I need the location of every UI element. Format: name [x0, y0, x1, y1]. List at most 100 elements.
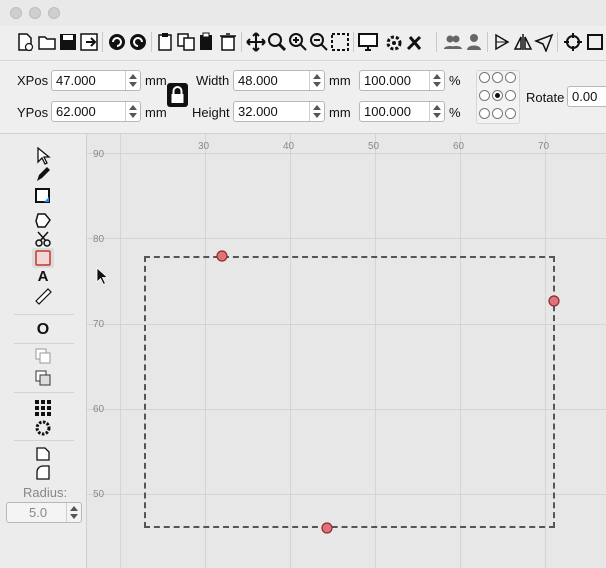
- text-tool-glyph: A: [37, 267, 49, 285]
- anchor-top-right[interactable]: [505, 72, 516, 83]
- ypos-stepper[interactable]: [125, 102, 140, 121]
- save-icon[interactable]: [57, 31, 79, 53]
- ypos-label: YPos: [17, 105, 49, 120]
- scale-y-stepper[interactable]: [429, 102, 444, 121]
- align-icon[interactable]: [491, 31, 513, 53]
- anchor-bottom-right[interactable]: [505, 108, 516, 119]
- measure-icon[interactable]: [32, 286, 54, 306]
- height-stepper[interactable]: [309, 102, 324, 121]
- paste-icon[interactable]: [196, 31, 218, 53]
- scale-y-unit: %: [449, 105, 461, 120]
- text-icon[interactable]: A: [32, 266, 54, 286]
- corner-chamfer-icon[interactable]: [32, 443, 54, 463]
- move-icon[interactable]: [245, 31, 267, 53]
- node-handle-bottom[interactable]: [321, 522, 333, 534]
- zoom-fit-icon[interactable]: [266, 31, 288, 53]
- ypos-unit: mm: [145, 105, 167, 120]
- boolean-icon[interactable]: [32, 368, 54, 388]
- anchor-selector: [476, 70, 520, 124]
- anchor-top-center[interactable]: [492, 72, 503, 83]
- height-unit: mm: [329, 105, 351, 120]
- edit-nodes-icon[interactable]: [32, 186, 54, 206]
- tools-icon[interactable]: [404, 31, 426, 53]
- offset-icon[interactable]: O: [32, 320, 54, 340]
- minimize-window-button[interactable]: [29, 7, 41, 19]
- ypos-value: 62.000: [56, 104, 96, 119]
- copy-icon[interactable]: [175, 31, 197, 53]
- mirror-icon[interactable]: [512, 31, 534, 53]
- height-field[interactable]: 32.000: [233, 101, 325, 122]
- ypos-field[interactable]: 62.000: [51, 101, 141, 122]
- node-handles: [96, 250, 560, 534]
- xpos-stepper[interactable]: [125, 71, 140, 90]
- anchor-center[interactable]: [492, 90, 503, 101]
- zoom-window-button[interactable]: [48, 7, 60, 19]
- width-field[interactable]: 48.000: [233, 70, 325, 91]
- scale-y-value: 100.000: [364, 104, 411, 119]
- xpos-field[interactable]: 47.000: [51, 70, 141, 91]
- undo-icon[interactable]: [106, 31, 128, 53]
- rotate-label: Rotate: [526, 90, 565, 105]
- corner-round-icon[interactable]: [32, 462, 54, 482]
- radius-stepper[interactable]: [66, 503, 81, 522]
- group-icon[interactable]: [442, 31, 464, 53]
- title-bar: [0, 0, 606, 26]
- select-arrow-icon[interactable]: [32, 146, 54, 166]
- array-grid-icon[interactable]: [32, 398, 54, 418]
- anchor-middle-right[interactable]: [505, 90, 516, 101]
- save-as-icon[interactable]: [78, 31, 100, 53]
- xpos-value: 47.000: [56, 73, 96, 88]
- scale-x-value: 100.000: [364, 73, 411, 88]
- zoom-in-icon[interactable]: [287, 31, 309, 53]
- radius-label: Radius:: [23, 485, 68, 500]
- lock-icon: [171, 86, 184, 103]
- zoom-out-icon[interactable]: [308, 31, 330, 53]
- draw-pencil-icon[interactable]: [32, 165, 54, 185]
- radius-value: 5.0: [29, 505, 48, 520]
- monitor-icon[interactable]: [357, 31, 379, 53]
- width-label: Width: [196, 73, 230, 88]
- send-icon[interactable]: [533, 31, 555, 53]
- circular-array-icon[interactable]: [32, 418, 54, 438]
- scale-y-field[interactable]: 100.000: [359, 101, 445, 122]
- anchor-top-left[interactable]: [479, 72, 490, 83]
- anchor-bottom-left[interactable]: [479, 108, 490, 119]
- scale-x-unit: %: [449, 73, 461, 88]
- rectangle-icon[interactable]: [32, 248, 54, 268]
- select-frame-icon[interactable]: [329, 31, 351, 53]
- target-icon[interactable]: [562, 31, 584, 53]
- weld-icon[interactable]: [32, 346, 54, 366]
- scissors-icon[interactable]: [32, 229, 54, 249]
- design-canvas[interactable]: 30 40 50 60 70 90 80 70 60 50: [87, 134, 606, 568]
- xpos-unit: mm: [145, 73, 167, 88]
- frame-icon[interactable]: [584, 31, 606, 53]
- node-handle-top[interactable]: [216, 250, 228, 262]
- redo-icon[interactable]: [127, 31, 149, 53]
- polygon-icon[interactable]: [32, 210, 54, 230]
- scale-x-field[interactable]: 100.000: [359, 70, 445, 91]
- lock-ratio-button[interactable]: [167, 83, 188, 107]
- delete-icon[interactable]: [217, 31, 239, 53]
- xpos-label: XPos: [17, 73, 49, 88]
- mouse-cursor-icon: [96, 267, 109, 286]
- settings-icon[interactable]: [383, 31, 405, 53]
- close-window-button[interactable]: [10, 7, 22, 19]
- radius-field[interactable]: 5.0: [6, 502, 82, 523]
- width-stepper[interactable]: [309, 71, 324, 90]
- user-icon[interactable]: [463, 31, 485, 53]
- offset-tool-glyph: O: [36, 321, 50, 338]
- rotate-field[interactable]: 0.00: [567, 86, 606, 107]
- node-handle-right[interactable]: [548, 295, 560, 307]
- width-unit: mm: [329, 73, 351, 88]
- new-file-icon[interactable]: [14, 31, 36, 53]
- height-value: 32.000: [238, 104, 278, 119]
- tool-palette: A O Radius: 5.0: [0, 134, 87, 568]
- anchor-bottom-center[interactable]: [492, 108, 503, 119]
- anchor-middle-left[interactable]: [479, 90, 490, 101]
- scale-x-stepper[interactable]: [429, 71, 444, 90]
- rotate-value: 0.00: [572, 89, 598, 104]
- cut-icon[interactable]: [154, 31, 176, 53]
- open-folder-icon[interactable]: [36, 31, 58, 53]
- main-toolbar: [0, 26, 606, 61]
- width-value: 48.000: [238, 73, 278, 88]
